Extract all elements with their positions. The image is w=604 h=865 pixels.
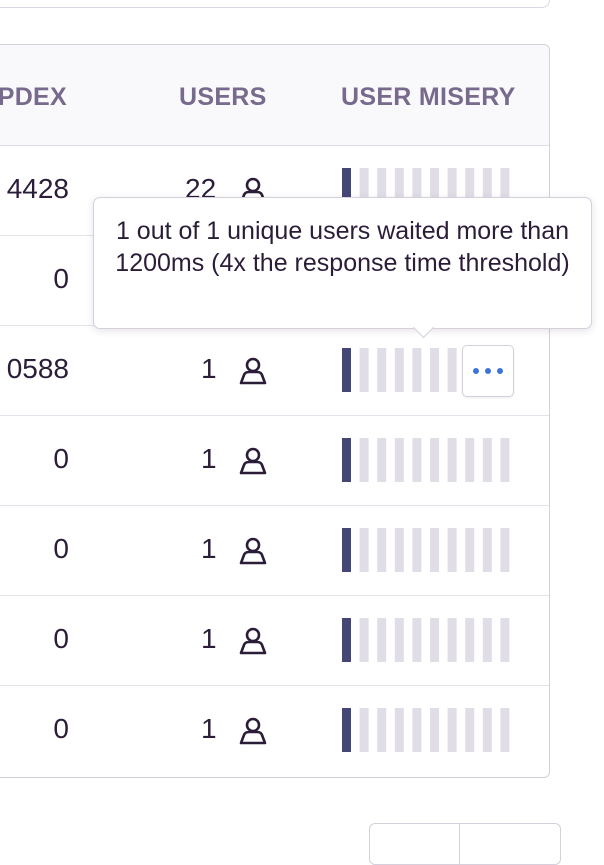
- apdex-value: 0: [53, 533, 69, 564]
- misery-segment-empty: [500, 438, 510, 482]
- table-row[interactable]: 01: [0, 415, 549, 506]
- top-card: [0, 0, 550, 8]
- misery-segment-empty: [377, 528, 387, 572]
- user-misery-bar[interactable]: [342, 618, 512, 662]
- misery-segment-empty: [447, 348, 457, 392]
- misery-segment-empty: [430, 618, 439, 662]
- misery-segment-empty: [377, 348, 387, 392]
- misery-segment-filled: [342, 618, 351, 662]
- apdex-value: 0588: [6, 353, 69, 384]
- misery-segment-empty: [447, 528, 457, 572]
- apdex-value: 0: [53, 713, 69, 744]
- misery-segment-empty: [394, 708, 404, 752]
- misery-segment-empty: [482, 708, 492, 752]
- ellipsis-icon: [473, 368, 503, 374]
- misery-segment-empty: [359, 348, 369, 392]
- misery-segment-empty: [412, 708, 422, 752]
- misery-segment-filled: [342, 438, 351, 482]
- misery-segment-empty: [412, 528, 422, 572]
- misery-segment-empty: [430, 438, 439, 482]
- users-count: 1: [201, 623, 217, 654]
- misery-segment-empty: [500, 708, 510, 752]
- misery-segment-empty: [447, 438, 457, 482]
- misery-segment-empty: [465, 708, 475, 752]
- user-icon: [237, 625, 269, 657]
- users-count: 1: [201, 713, 217, 744]
- user-misery-bar[interactable]: [342, 708, 512, 752]
- header-apdex[interactable]: PDEX: [0, 83, 67, 112]
- user-misery-tooltip: 1 out of 1 unique users waited more than…: [93, 197, 592, 339]
- header-users[interactable]: USERS: [179, 83, 267, 112]
- pagination: [369, 823, 561, 865]
- apdex-value: 0: [53, 623, 69, 654]
- misery-segment-empty: [377, 708, 387, 752]
- apdex-value: 0: [53, 263, 69, 294]
- misery-segment-empty: [394, 348, 404, 392]
- misery-segment-empty: [412, 438, 422, 482]
- user-misery-bar[interactable]: [342, 528, 512, 572]
- misery-segment-empty: [482, 618, 492, 662]
- misery-segment-empty: [482, 528, 492, 572]
- misery-segment-filled: [342, 348, 351, 392]
- misery-segment-empty: [394, 528, 404, 572]
- misery-segment-empty: [359, 708, 369, 752]
- misery-segment-empty: [430, 348, 439, 392]
- table-row[interactable]: 01: [0, 595, 549, 686]
- table-row[interactable]: 01: [0, 505, 549, 596]
- tooltip-text: 1 out of 1 unique users waited more than…: [115, 217, 570, 277]
- misery-segment-filled: [342, 528, 351, 572]
- misery-segment-empty: [359, 438, 369, 482]
- misery-segment-empty: [359, 618, 369, 662]
- misery-segment-empty: [465, 528, 475, 572]
- apdex-value: 0: [53, 443, 69, 474]
- transactions-table: PDEX USERS USER MISERY 4428 22 0 0588 1 0 1 0 1 0…: [0, 44, 550, 778]
- users-count: 1: [201, 443, 217, 474]
- misery-segment-empty: [482, 438, 492, 482]
- misery-segment-empty: [359, 528, 369, 572]
- table-row[interactable]: 01: [0, 685, 549, 775]
- misery-segment-empty: [377, 618, 387, 662]
- user-icon: [237, 535, 269, 567]
- pagination-divider: [459, 824, 460, 864]
- misery-segment-empty: [500, 618, 510, 662]
- misery-segment-empty: [465, 618, 475, 662]
- misery-segment-empty: [430, 528, 439, 572]
- misery-segment-empty: [447, 708, 457, 752]
- table-header: PDEX USERS USER MISERY: [0, 45, 549, 146]
- misery-segment-empty: [394, 618, 404, 662]
- users-count: 1: [201, 533, 217, 564]
- header-user-misery[interactable]: USER MISERY: [341, 83, 516, 112]
- users-count: 1: [201, 353, 217, 384]
- user-icon: [237, 445, 269, 477]
- table-row[interactable]: 0588 1: [0, 325, 549, 416]
- misery-segment-empty: [412, 618, 422, 662]
- misery-segment-empty: [412, 348, 422, 392]
- misery-segment-empty: [447, 618, 457, 662]
- more-actions-button[interactable]: [462, 345, 514, 397]
- misery-segment-empty: [430, 708, 439, 752]
- user-icon: [237, 715, 269, 747]
- misery-segment-empty: [500, 528, 510, 572]
- misery-segment-empty: [465, 438, 475, 482]
- apdex-value: 4428: [6, 173, 69, 204]
- user-icon: [237, 355, 269, 387]
- user-misery-bar[interactable]: [342, 438, 512, 482]
- misery-segment-empty: [377, 438, 387, 482]
- misery-segment-filled: [342, 708, 351, 752]
- misery-segment-empty: [394, 438, 404, 482]
